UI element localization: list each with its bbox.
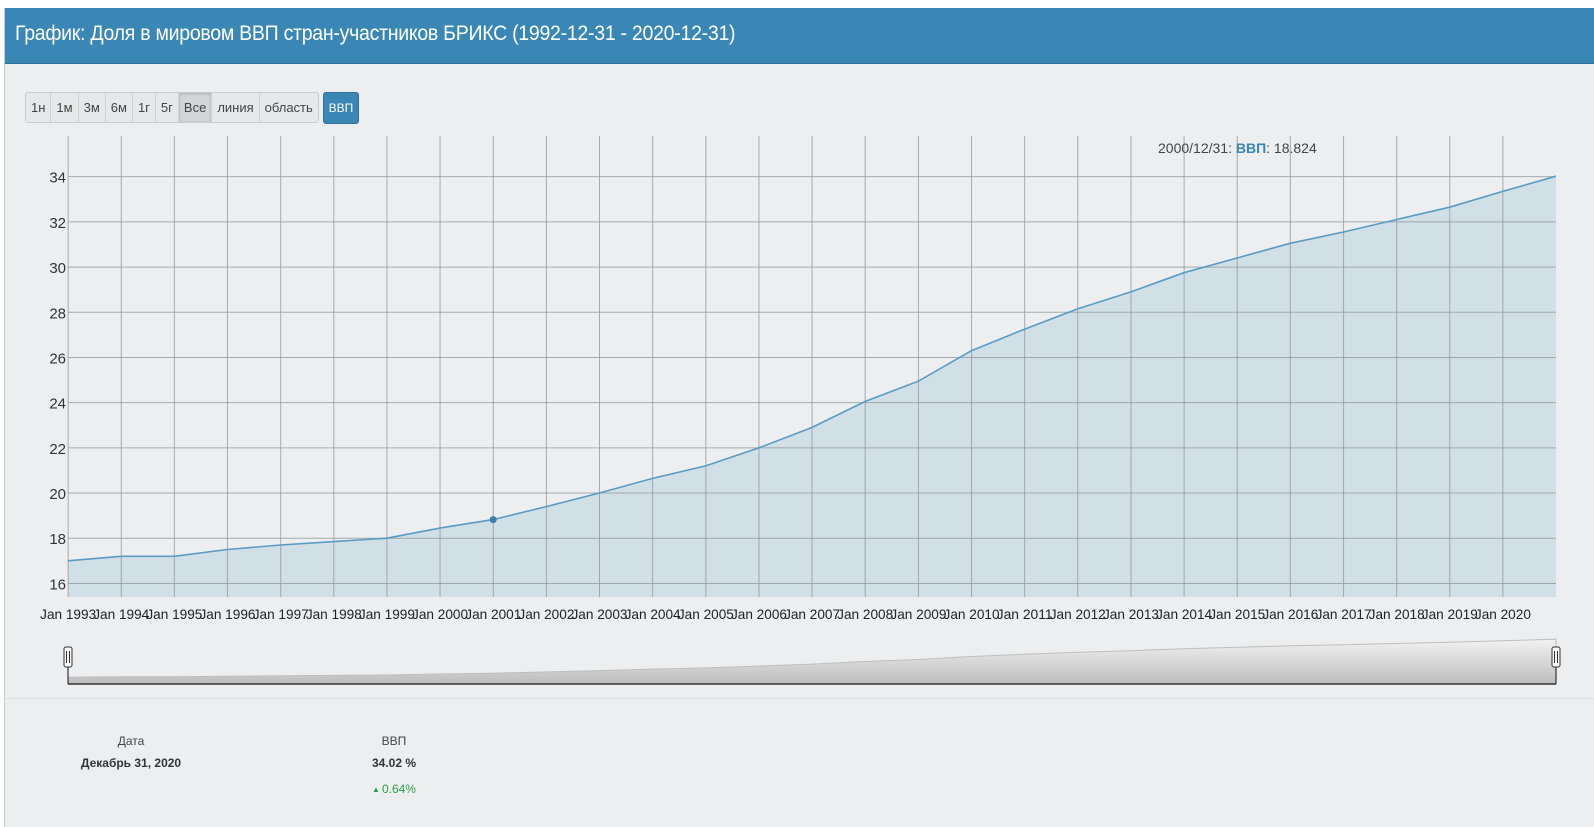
x-tick-label-25: Jan 2018 (1369, 606, 1425, 622)
x-tick-label-17: Jan 2010 (944, 606, 1000, 622)
y-tick-label-9: 34 (49, 170, 66, 187)
x-tick-label-1: Jan 1994 (93, 606, 149, 622)
x-tick-label-27: Jan 2020 (1475, 606, 1531, 622)
x-tick-label-13: Jan 2006 (731, 606, 787, 622)
x-tick-label-20: Jan 2013 (1103, 606, 1159, 622)
tooltip-date: 2000/12/31: (1158, 140, 1236, 156)
x-tick-label-14: Jan 2007 (784, 606, 840, 622)
y-tick-label-4: 24 (49, 396, 66, 413)
y-tick-label-1: 18 (49, 531, 66, 548)
x-tick-label-22: Jan 2015 (1209, 606, 1265, 622)
y-tick-label-5: 26 (49, 350, 66, 367)
x-tick-label-7: Jan 2000 (412, 606, 468, 622)
y-tick-label-2: 20 (49, 486, 66, 503)
x-tick-label-9: Jan 2002 (518, 606, 574, 622)
x-tick-label-0: Jan 1993 (40, 606, 96, 622)
x-tick-label-4: Jan 1997 (253, 606, 309, 622)
navigator-handle-right[interactable] (1551, 646, 1561, 668)
y-tick-label-0: 16 (49, 576, 66, 593)
y-tick-label-3: 22 (49, 441, 66, 458)
navigator-area (67, 638, 1557, 685)
x-tick-label-3: Jan 1996 (199, 606, 255, 622)
x-tick-label-19: Jan 2012 (1050, 606, 1106, 622)
x-tick-label-11: Jan 2004 (625, 606, 681, 622)
x-tick-label-10: Jan 2003 (572, 606, 628, 622)
tooltip-series: ВВП (1236, 140, 1266, 156)
y-tick-label-6: 28 (49, 305, 66, 322)
x-tick-label-2: Jan 1995 (146, 606, 202, 622)
x-tick-label-18: Jan 2011 (997, 606, 1053, 622)
tooltip-readout: 2000/12/31: ВВП: 18.824 (1158, 140, 1317, 156)
x-tick-label-5: Jan 1998 (306, 606, 362, 622)
x-tick-label-26: Jan 2019 (1422, 606, 1478, 622)
x-tick-label-6: Jan 1999 (359, 606, 415, 622)
highlight-point (489, 516, 497, 524)
x-tick-label-21: Jan 2014 (1156, 606, 1212, 622)
tooltip-value: : 18.824 (1266, 140, 1317, 156)
area-chart: 16182022242628303234Jan 1993Jan 1994Jan … (40, 136, 1561, 685)
x-tick-label-8: Jan 2001 (465, 606, 521, 622)
x-tick-label-23: Jan 2016 (1262, 606, 1318, 622)
navigator-handle-left[interactable] (63, 646, 73, 668)
x-tick-label-15: Jan 2008 (837, 606, 893, 622)
x-tick-label-16: Jan 2009 (890, 606, 946, 622)
y-tick-label-8: 32 (49, 215, 66, 232)
x-tick-label-12: Jan 2005 (678, 606, 734, 622)
x-tick-label-24: Jan 2017 (1316, 606, 1372, 622)
y-tick-label-7: 30 (49, 260, 66, 277)
